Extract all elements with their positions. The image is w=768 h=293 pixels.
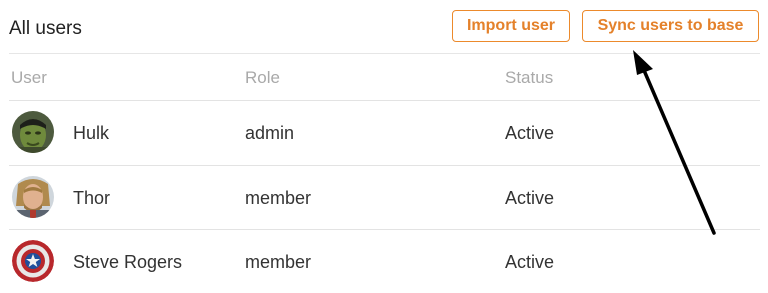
user-status: Active bbox=[505, 123, 555, 143]
thor-avatar bbox=[12, 176, 54, 218]
column-header-user: User bbox=[11, 68, 47, 87]
table-row[interactable]: Hulk admin Active bbox=[9, 100, 760, 164]
user-role: admin bbox=[245, 123, 295, 143]
user-role: member bbox=[245, 188, 312, 208]
table-row[interactable]: Steve Rogers member Active bbox=[9, 229, 760, 293]
user-status: Active bbox=[505, 188, 555, 208]
user-name: Thor bbox=[73, 188, 111, 208]
user-name: Hulk bbox=[73, 123, 110, 143]
user-name: Steve Rogers bbox=[73, 252, 183, 272]
column-header-role: Role bbox=[245, 68, 280, 87]
page-title: All users bbox=[9, 18, 82, 39]
import-user-button[interactable]: Import user bbox=[452, 10, 570, 42]
table-row[interactable]: Thor member Active bbox=[9, 165, 760, 229]
captain-shield-avatar bbox=[12, 240, 54, 282]
hulk-avatar bbox=[12, 111, 54, 153]
sync-users-button[interactable]: Sync users to base bbox=[582, 10, 759, 42]
user-role: member bbox=[245, 252, 312, 272]
user-status: Active bbox=[505, 252, 555, 272]
column-header-status: Status bbox=[505, 68, 554, 87]
page-header: All users Import user Sync users to base bbox=[0, 0, 768, 54]
table-header: User Role Status bbox=[0, 54, 768, 100]
